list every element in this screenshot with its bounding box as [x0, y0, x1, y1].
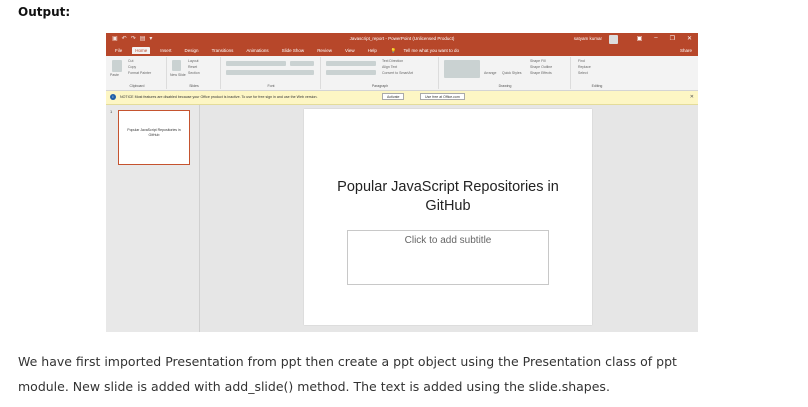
- cut-button[interactable]: Cut: [128, 59, 133, 63]
- explanation-paragraph: We have first imported Presentation from…: [18, 349, 778, 399]
- list-buttons[interactable]: [326, 61, 376, 66]
- alignment-buttons[interactable]: [326, 70, 376, 75]
- tab-insert[interactable]: Insert: [157, 47, 174, 54]
- avatar[interactable]: [609, 35, 618, 44]
- editing-label: Editing: [591, 84, 603, 88]
- drawing-group: Arrange Quick Styles Shape Fill Shape Ou…: [440, 57, 571, 89]
- font-label: Font: [267, 84, 275, 88]
- notice-text: NOTICE Most features are disabled becaus…: [120, 95, 318, 99]
- font-group: Font: [222, 57, 321, 89]
- tab-transitions[interactable]: Transitions: [209, 47, 237, 54]
- align-text-button[interactable]: Align Text: [382, 65, 397, 69]
- paragraph-label: Paragraph: [371, 84, 389, 88]
- ribbon-tabs: File Home Insert Design Transitions Anim…: [106, 46, 698, 56]
- tab-help[interactable]: Help: [365, 47, 380, 54]
- paragraph-group: Text Direction Align Text Convert to Sma…: [322, 57, 439, 89]
- paragraph-line-1: We have first imported Presentation from…: [18, 354, 677, 369]
- close-icon[interactable]: ✕: [687, 35, 692, 42]
- clipboard-group: Paste Cut Copy Format Painter Clipboard: [108, 57, 167, 89]
- slide-thumbnails-pane: 1 Popular JavaScript Repositories in Git…: [106, 105, 200, 332]
- section-button[interactable]: Section: [188, 71, 200, 75]
- tab-animations[interactable]: Animations: [243, 47, 271, 54]
- find-button[interactable]: Find: [578, 59, 585, 63]
- close-icon[interactable]: ✕: [690, 94, 694, 100]
- tell-me-input[interactable]: Tell me what you want to do: [404, 48, 460, 53]
- tab-view[interactable]: View: [342, 47, 358, 54]
- clipboard-label: Clipboard: [129, 84, 145, 88]
- slide-title[interactable]: Popular JavaScript Repositories in GitHu…: [324, 178, 572, 216]
- convert-smartart-button[interactable]: Convert to SmartArt: [382, 71, 413, 75]
- ribbon-display-icon[interactable]: ▣: [637, 35, 643, 42]
- use-free-button[interactable]: Use free at Office.com: [420, 93, 465, 100]
- font-name-dropdown[interactable]: [226, 61, 286, 66]
- tab-design[interactable]: Design: [182, 47, 202, 54]
- quick-styles-button[interactable]: Quick Styles: [502, 71, 521, 75]
- layout-button[interactable]: Layout: [188, 59, 199, 63]
- font-size-dropdown[interactable]: [290, 61, 314, 66]
- notice-bar: i NOTICE Most features are disabled beca…: [106, 91, 698, 105]
- ribbon: Paste Cut Copy Format Painter Clipboard …: [106, 56, 698, 91]
- select-button[interactable]: Select: [578, 71, 588, 75]
- new-slide-button[interactable]: New Slide: [170, 73, 186, 77]
- tab-slide-show[interactable]: Slide Show: [279, 47, 308, 54]
- replace-button[interactable]: Replace: [578, 65, 591, 69]
- activate-button[interactable]: Activate: [382, 93, 405, 100]
- text-direction-button[interactable]: Text Direction: [382, 59, 403, 63]
- font-format-buttons[interactable]: [226, 70, 314, 75]
- minimize-icon[interactable]: –: [654, 35, 657, 42]
- shape-effects-button[interactable]: Shape Effects: [530, 71, 552, 75]
- title-bar: ▣ ↶ ↷ ▤ ▾ Javascript_report - PowerPoint…: [106, 33, 698, 46]
- tab-review[interactable]: Review: [314, 47, 335, 54]
- slide-canvas[interactable]: Popular JavaScript Repositories in GitHu…: [304, 109, 592, 325]
- shape-outline-button[interactable]: Shape Outline: [530, 65, 552, 69]
- info-icon: i: [110, 94, 116, 100]
- powerpoint-screenshot: ▣ ↶ ↷ ▤ ▾ Javascript_report - PowerPoint…: [106, 33, 698, 332]
- slides-label: Slides: [189, 84, 199, 88]
- share-button[interactable]: Share: [680, 48, 692, 53]
- window-controls: ▣ – ❐ ✕: [637, 35, 692, 42]
- restore-icon[interactable]: ❐: [670, 35, 675, 42]
- user-name[interactable]: satyam kumar: [574, 36, 602, 41]
- arrange-button[interactable]: Arrange: [484, 71, 496, 75]
- subtitle-placeholder[interactable]: Click to add subtitle: [347, 230, 549, 285]
- paste-button[interactable]: Paste: [110, 73, 119, 77]
- shapes-gallery[interactable]: [444, 60, 480, 78]
- output-heading: Output:: [18, 5, 71, 19]
- paragraph-line-2: module. New slide is added with add_slid…: [18, 379, 610, 394]
- slide-thumbnail[interactable]: Popular JavaScript Repositories in GitHu…: [118, 110, 190, 165]
- drawing-label: Drawing: [498, 84, 512, 88]
- subtitle-placeholder-text: Click to add subtitle: [404, 235, 492, 246]
- tab-home[interactable]: Home: [132, 47, 151, 54]
- lightbulb-icon: 💡: [390, 47, 397, 53]
- shape-fill-button[interactable]: Shape Fill: [530, 59, 546, 63]
- thumbnail-title: Popular JavaScript Repositories in GitHu…: [127, 128, 181, 137]
- slides-group: New Slide Layout Reset Section Slides: [168, 57, 221, 89]
- slide-number: 1: [110, 109, 113, 114]
- paste-icon[interactable]: [112, 60, 122, 72]
- new-slide-icon[interactable]: [172, 60, 181, 71]
- editing-group: Find Replace Select Editing: [572, 57, 622, 89]
- format-painter-button[interactable]: Format Painter: [128, 71, 151, 75]
- copy-button[interactable]: Copy: [128, 65, 136, 69]
- tab-file[interactable]: File: [112, 47, 125, 54]
- reset-button[interactable]: Reset: [188, 65, 197, 69]
